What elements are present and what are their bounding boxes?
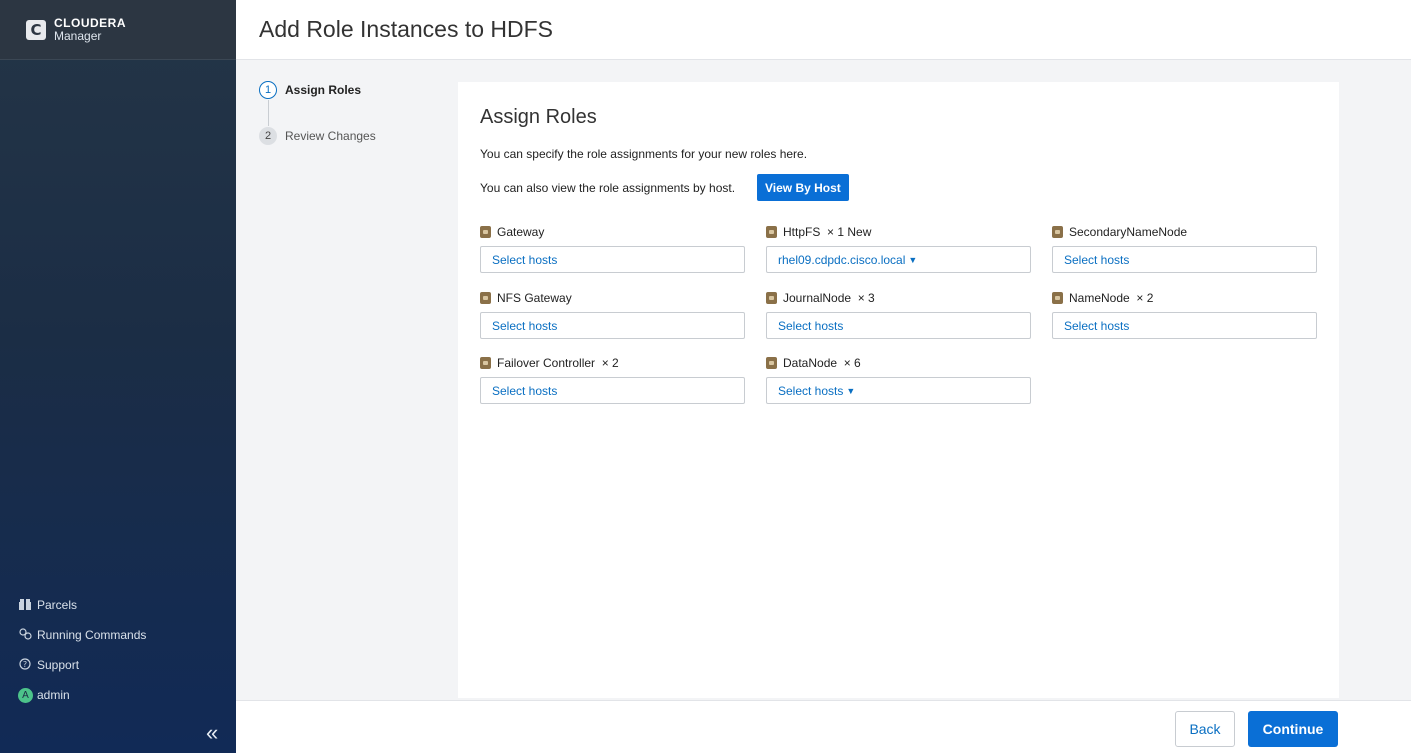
logo[interactable]: C CLOUDERA Manager (0, 0, 236, 60)
role-httpfs: HttpFS × 1 New rhel09.cdpdc.cisco.local ▼ (766, 224, 1031, 273)
select-hosts-nfs-gateway[interactable]: Select hosts (480, 312, 745, 339)
role-namenode: NameNode × 2 Select hosts (1052, 290, 1317, 339)
sidebar-nav: Parcels Running Commands ? Support A adm… (18, 590, 146, 710)
role-name: DataNode (783, 356, 838, 370)
view-by-host-button[interactable]: View By Host (757, 174, 849, 201)
sidebar-item-label: Parcels (37, 598, 78, 612)
role-secondarynamenode: SecondaryNameNode Select hosts (1052, 224, 1317, 273)
role-datanode: DataNode × 6 Select hosts ▼ (766, 355, 1031, 404)
assign-roles-panel: Assign Roles You can specify the role as… (458, 82, 1339, 698)
logo-product: Manager (54, 28, 102, 43)
back-button[interactable]: Back (1175, 711, 1235, 747)
role-icon (1052, 226, 1063, 238)
sidebar-item-label: Support (37, 658, 80, 672)
role-gateway: Gateway Select hosts (480, 224, 745, 273)
section-title: Assign Roles (480, 106, 597, 128)
step-number: 1 (259, 81, 277, 99)
avatar: A (18, 687, 33, 703)
role-name: JournalNode (783, 291, 852, 305)
role-icon (480, 226, 491, 238)
step-label: Assign Roles (285, 83, 362, 97)
role-count: × 2 (601, 356, 619, 370)
step-label: Review Changes (285, 129, 376, 143)
sidebar-item-support[interactable]: ? Support (18, 650, 146, 680)
role-icon (766, 357, 777, 369)
role-count: × 1 New (827, 225, 872, 239)
role-nfs-gateway: NFS Gateway Select hosts (480, 290, 745, 339)
role-icon (766, 292, 777, 304)
select-hosts-failover-controller[interactable]: Select hosts (480, 377, 745, 404)
collapse-sidebar-icon[interactable]: « (206, 722, 218, 744)
sidebar-item-running-commands[interactable]: Running Commands (18, 620, 146, 650)
svg-text:?: ? (23, 660, 27, 669)
select-hosts-journalnode[interactable]: Select hosts (766, 312, 1031, 339)
role-name: Failover Controller (497, 356, 596, 370)
sidebar-item-parcels[interactable]: Parcels (18, 590, 146, 620)
role-icon (766, 226, 777, 238)
support-icon: ? (18, 657, 32, 673)
description: You can specify the role assignments for… (480, 147, 808, 161)
view-by-host-text: You can also view the role assignments b… (480, 181, 736, 195)
role-name: SecondaryNameNode (1069, 225, 1188, 239)
parcels-icon (18, 598, 32, 613)
step-assign-roles[interactable]: 1 Assign Roles (259, 80, 376, 100)
role-journalnode: JournalNode × 3 Select hosts (766, 290, 1031, 339)
role-icon (480, 292, 491, 304)
cloudera-logo-icon: C (26, 19, 46, 40)
logo-brand: CLOUDERA (54, 15, 126, 30)
select-hosts-gateway[interactable]: Select hosts (480, 246, 745, 273)
role-icon (480, 357, 491, 369)
step-connector (268, 100, 269, 126)
select-hosts-httpfs[interactable]: rhel09.cdpdc.cisco.local ▼ (766, 246, 1031, 273)
role-name: NFS Gateway (497, 291, 572, 305)
role-name: HttpFS (783, 225, 821, 239)
select-hosts-namenode[interactable]: Select hosts (1052, 312, 1317, 339)
sidebar-item-label: admin (37, 688, 70, 702)
role-icon (1052, 292, 1063, 304)
wizard-steps: 1 Assign Roles 2 Review Changes (259, 80, 376, 146)
continue-button[interactable]: Continue (1248, 711, 1338, 747)
sidebar-item-admin[interactable]: A admin (18, 680, 146, 710)
step-review-changes[interactable]: 2 Review Changes (259, 126, 376, 146)
role-count: × 2 (1136, 291, 1154, 305)
role-name: NameNode (1069, 291, 1130, 305)
step-number: 2 (259, 127, 277, 145)
select-hosts-secondarynamenode[interactable]: Select hosts (1052, 246, 1317, 273)
page-title: Add Role Instances to HDFS (259, 16, 554, 42)
header: Add Role Instances to HDFS (236, 0, 1411, 60)
footer: Back Continue (236, 700, 1411, 753)
running-commands-icon (18, 627, 32, 643)
caret-down-icon: ▼ (846, 385, 856, 396)
role-failover-controller: Failover Controller × 2 Select hosts (480, 355, 745, 404)
role-name: Gateway (497, 225, 545, 239)
role-count: × 6 (843, 356, 861, 370)
sidebar: C CLOUDERA Manager Parcels Running Comma… (0, 0, 236, 753)
role-count: × 3 (857, 291, 875, 305)
sidebar-item-label: Running Commands (37, 628, 147, 642)
select-hosts-datanode[interactable]: Select hosts ▼ (766, 377, 1031, 404)
caret-down-icon: ▼ (908, 254, 918, 265)
